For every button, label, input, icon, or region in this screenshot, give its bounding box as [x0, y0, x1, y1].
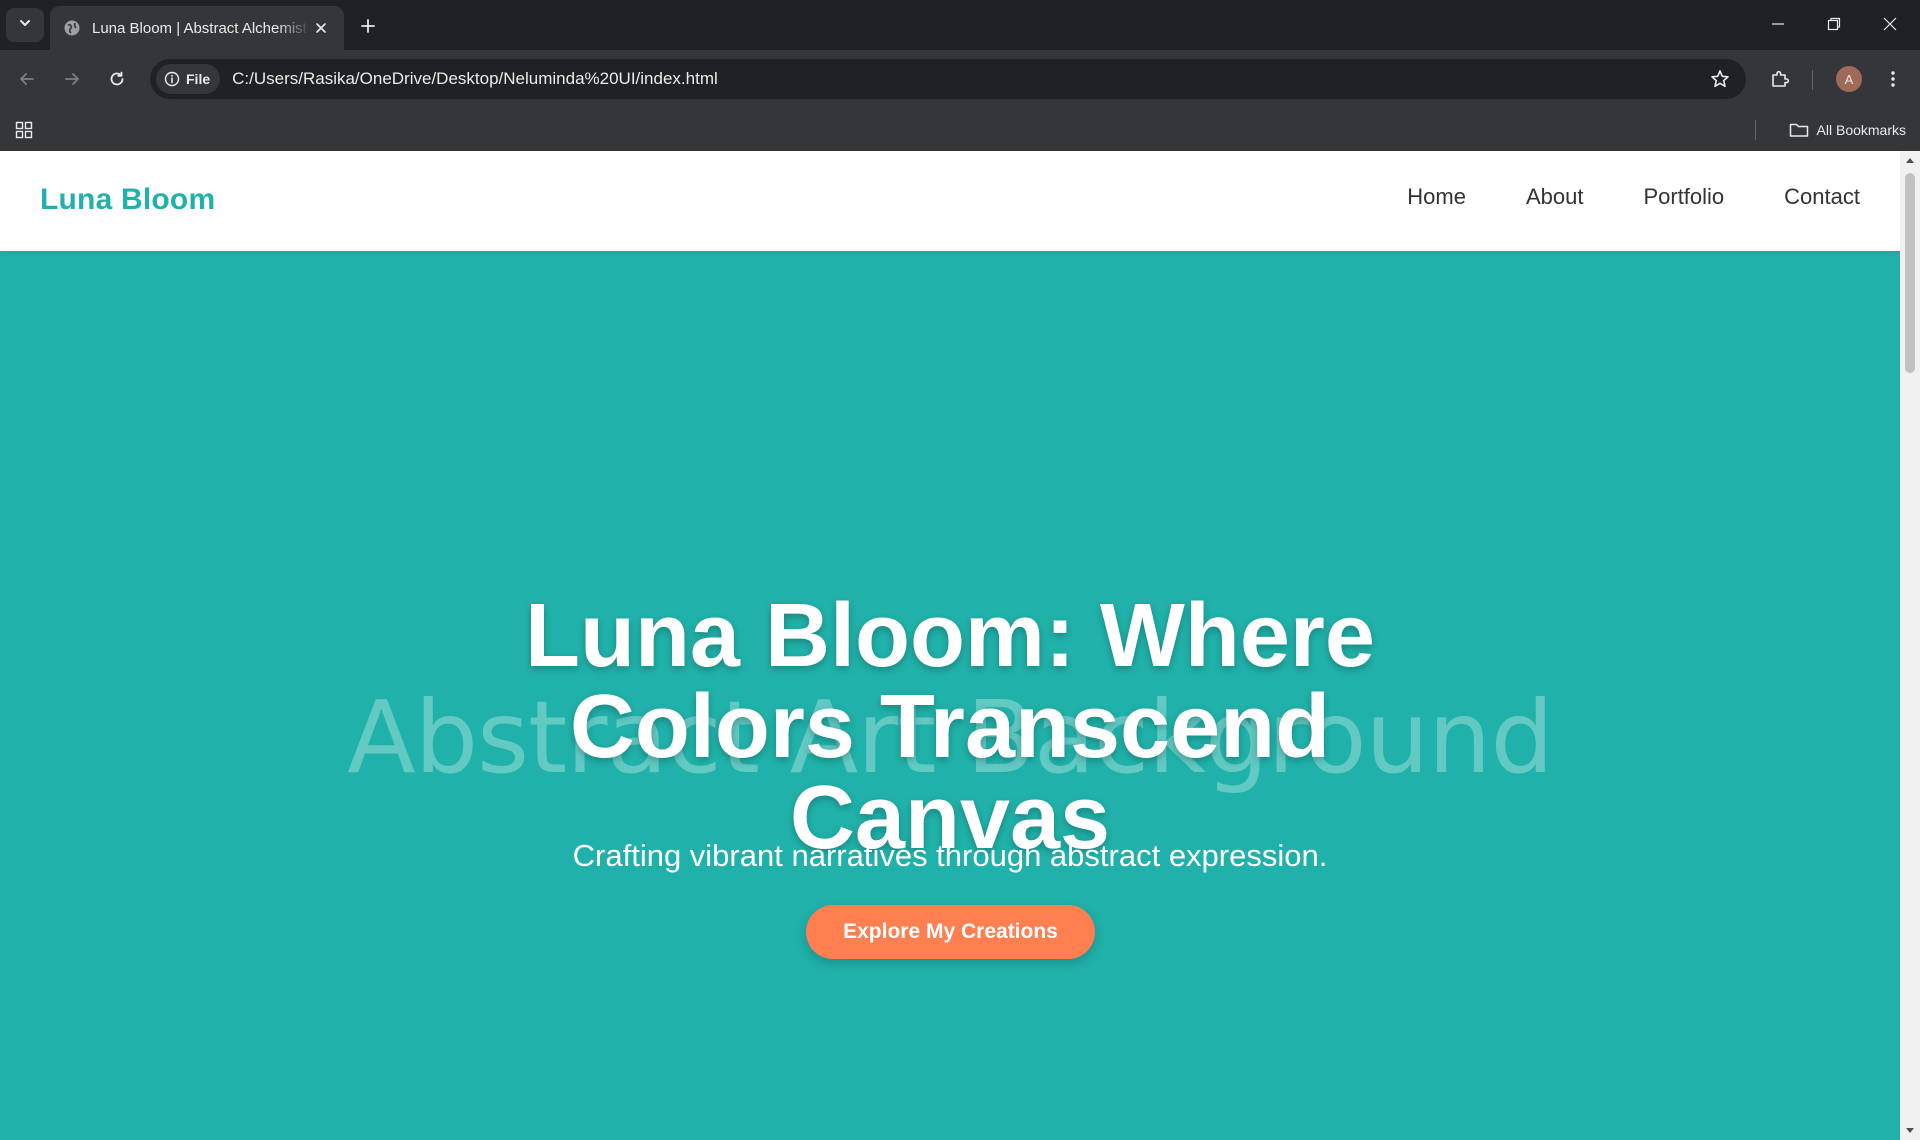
close-window-button[interactable] [1862, 0, 1918, 48]
nav-link-contact[interactable]: Contact [1784, 184, 1860, 210]
arrow-right-icon [65, 73, 79, 85]
explore-creations-button[interactable]: Explore My Creations [806, 905, 1095, 959]
scroll-down-arrow-icon[interactable] [1904, 1126, 1916, 1136]
reload-button[interactable] [99, 61, 135, 97]
folder-icon [1789, 123, 1808, 137]
scroll-up-arrow-icon[interactable] [1904, 155, 1916, 165]
bookmarks-separator [1755, 120, 1756, 140]
apps-grid-icon [15, 121, 33, 139]
profile-avatar[interactable]: A [1836, 66, 1862, 92]
main-nav: Home About Portfolio Contact [1407, 184, 1860, 210]
minimize-icon [1772, 23, 1784, 25]
chevron-down-icon [18, 16, 32, 35]
bookmarks-bar: All Bookmarks [0, 108, 1920, 151]
kebab-menu-icon [1891, 71, 1895, 87]
hero-title: Luna Bloom: Where Colors Transcend Canva… [525, 586, 1375, 868]
new-tab-button[interactable] [352, 10, 384, 42]
hero-section: Abstract Art Background Luna Bloom: Wher… [0, 251, 1900, 1140]
site-info-chip[interactable]: File [156, 64, 221, 94]
browser-toolbar: File C:/Users/Rasika/OneDrive/Desktop/Ne… [0, 50, 1920, 108]
arrow-left-icon [20, 73, 34, 85]
reload-icon [110, 71, 124, 86]
url-text[interactable]: C:/Users/Rasika/OneDrive/Desktop/Nelumin… [232, 69, 718, 89]
nav-link-about[interactable]: About [1526, 184, 1584, 210]
minimize-button[interactable] [1750, 0, 1806, 48]
site-header: Luna Bloom Home About Portfolio Contact [0, 151, 1900, 251]
plus-icon [361, 19, 375, 33]
nav-link-portfolio[interactable]: Portfolio [1643, 184, 1724, 210]
toolbar-separator [1812, 70, 1813, 90]
page-viewport: Luna Bloom Home About Portfolio Contact … [0, 151, 1900, 1140]
all-bookmarks-label: All Bookmarks [1816, 122, 1906, 138]
scrollbar-thumb[interactable] [1905, 173, 1915, 373]
apps-button[interactable] [6, 112, 42, 148]
puzzle-icon [1772, 70, 1790, 87]
close-icon [1883, 17, 1897, 31]
tab-strip: Luna Bloom | Abstract Alchemist [0, 0, 1920, 50]
globe-icon [62, 18, 82, 38]
close-tab-icon[interactable] [310, 17, 332, 39]
file-chip-label: File [186, 71, 211, 87]
restore-button[interactable] [1806, 0, 1862, 48]
restore-icon [1827, 17, 1841, 31]
forward-button[interactable] [54, 61, 90, 97]
browser-menu-button[interactable] [1875, 61, 1911, 97]
address-bar[interactable]: File C:/Users/Rasika/OneDrive/Desktop/Ne… [150, 59, 1746, 99]
tab-search-button[interactable] [6, 8, 44, 42]
browser-tab[interactable]: Luna Bloom | Abstract Alchemist [50, 6, 344, 50]
site-logo[interactable]: Luna Bloom [40, 183, 215, 217]
bookmark-star-icon[interactable] [1708, 67, 1732, 91]
all-bookmarks-button[interactable]: All Bookmarks [1789, 117, 1906, 143]
back-button[interactable] [9, 61, 45, 97]
extensions-button[interactable] [1762, 61, 1798, 97]
tab-title: Luna Bloom | Abstract Alchemist [92, 19, 307, 37]
info-icon [164, 71, 180, 87]
nav-link-home[interactable]: Home [1407, 184, 1466, 210]
page-scrollbar[interactable] [1900, 151, 1920, 1140]
hero-subtitle: Crafting vibrant narratives through abst… [572, 838, 1328, 873]
